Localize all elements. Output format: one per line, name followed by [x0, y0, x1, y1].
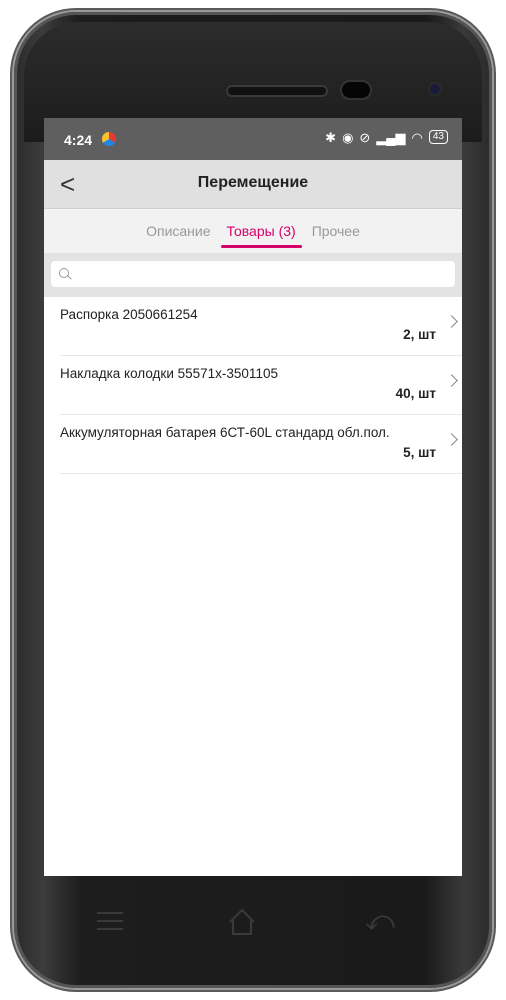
- notification-app-icon: [102, 132, 116, 146]
- alarm-off-icon: ⊘: [359, 130, 371, 145]
- wifi-icon: ◠: [411, 130, 423, 145]
- tab-bar: Описание Товары (3) Прочее: [44, 209, 462, 253]
- vibrate-icon: ◉: [342, 130, 354, 145]
- item-quantity: 2, шт: [403, 327, 436, 342]
- home-icon[interactable]: [222, 906, 262, 936]
- back-arrow-icon[interactable]: ⤺: [360, 906, 400, 936]
- item-name: Распорка 2050661254: [60, 307, 198, 322]
- earpiece-speaker: [228, 87, 326, 95]
- status-icons: ✱ ◉ ⊘ ▂▄▆ ◠ 43: [325, 130, 448, 146]
- goods-list: Распорка 2050661254 2, шт Накладка колод…: [44, 297, 462, 474]
- status-bar: 4:24 ✱ ◉ ⊘ ▂▄▆ ◠ 43: [44, 118, 462, 160]
- item-name: Накладка колодки 55571х-3501105: [60, 366, 278, 381]
- signal-icon: ▂▄▆: [376, 130, 406, 145]
- search-box[interactable]: [51, 261, 455, 287]
- search-input[interactable]: [77, 265, 455, 283]
- tab-goods[interactable]: Товары (3): [220, 213, 302, 249]
- list-item[interactable]: Распорка 2050661254 2, шт: [60, 297, 462, 356]
- status-time: 4:24: [64, 132, 93, 148]
- page-title: Перемещение: [197, 174, 309, 191]
- chevron-right-icon: [445, 433, 458, 446]
- chevron-right-icon: [445, 315, 458, 328]
- battery-icon: 43: [428, 130, 448, 144]
- search-bar: [44, 253, 462, 297]
- tab-description[interactable]: Описание: [144, 213, 212, 249]
- menu-icon[interactable]: [90, 906, 130, 936]
- tab-other[interactable]: Прочее: [310, 213, 362, 249]
- proximity-sensor: [430, 84, 440, 94]
- front-camera: [342, 82, 370, 98]
- system-nav-bar: ⤺: [10, 876, 496, 966]
- chevron-right-icon: [445, 374, 458, 387]
- nav-header: < Перемещение: [44, 160, 462, 209]
- list-item[interactable]: Аккумуляторная батарея 6СТ-60L стандард …: [60, 415, 462, 474]
- item-quantity: 5, шт: [403, 445, 436, 460]
- bluetooth-icon: ✱: [325, 130, 337, 145]
- list-item[interactable]: Накладка колодки 55571х-3501105 40, шт: [60, 356, 462, 415]
- app-screen: 4:24 ✱ ◉ ⊘ ▂▄▆ ◠ 43 < Перемещение Описан…: [44, 118, 462, 876]
- item-name: Аккумуляторная батарея 6СТ-60L стандард …: [60, 425, 390, 440]
- item-quantity: 40, шт: [395, 386, 436, 401]
- search-icon: [59, 268, 71, 280]
